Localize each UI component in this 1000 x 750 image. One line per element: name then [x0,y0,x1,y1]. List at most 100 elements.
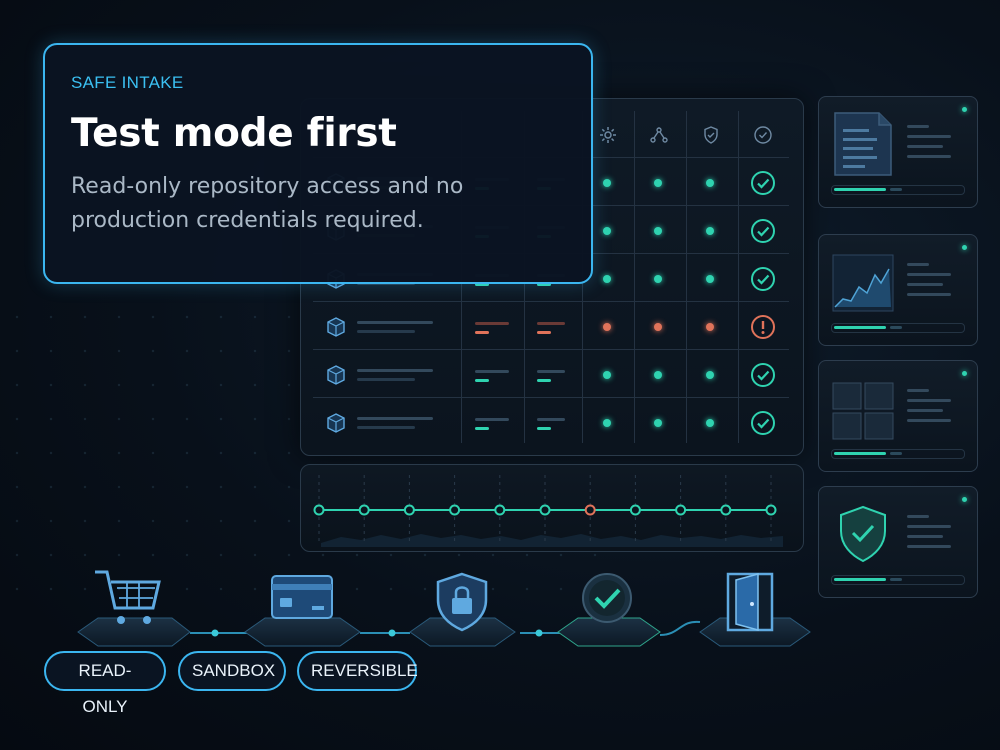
row-label-bar [357,330,415,333]
row-value-accent [475,427,489,430]
cube-icon [327,413,345,433]
status-dot [603,323,611,331]
timeline-panel [300,464,804,552]
check-circle-icon [751,267,775,291]
timeline-node [313,504,325,516]
row-divider [313,397,789,398]
gear-icon [600,127,616,143]
platform [244,617,361,647]
area-chart-icon [832,254,894,312]
status-dot [603,179,611,187]
row-label-bar [357,321,433,324]
network-icon [650,127,668,143]
row-value-bar [475,418,509,421]
row-divider [313,349,789,350]
progress-bar [831,185,965,195]
hero-title: Test mode first [71,111,397,156]
row-value-accent [537,427,551,430]
timeline-node [494,504,506,516]
status-led [962,371,967,376]
card-lines [907,263,951,303]
warning-circle-icon [751,315,775,339]
row-value-accent [475,331,489,334]
status-dot [654,179,662,187]
status-dot [654,323,662,331]
status-dot [706,179,714,187]
status-dot [654,371,662,379]
timeline-node [675,504,687,516]
check-circle-icon [582,573,632,623]
shield-icon [704,126,718,144]
status-dot [603,371,611,379]
check-circle-icon [751,363,775,387]
check-circle-icon [751,219,775,243]
cube-icon [327,365,345,385]
chip-read-only: READ-ONLY [44,651,166,716]
status-dot [603,419,611,427]
status-dot [706,275,714,283]
status-dot [654,419,662,427]
progress-bar [831,323,965,333]
timeline-node [539,504,551,516]
status-led [962,107,967,112]
cube-icon [327,317,345,337]
status-dot [706,323,714,331]
cart-icon [95,570,161,624]
col-divider [634,111,635,443]
hero-card: SAFE INTAKE Test mode first Read-only re… [43,43,593,284]
progress-bar [831,575,965,585]
timeline-node [358,504,370,516]
timeline-node [765,504,777,516]
row-value-bar [475,322,509,325]
hero-description: Read-only repository access and no produ… [71,174,464,233]
row-label-bar [357,426,415,429]
platform [77,617,191,647]
document-icon [834,112,892,176]
card-lines [907,125,951,165]
timeline-node [720,504,732,516]
row-value-bar [475,370,509,373]
row-value-bar [537,370,565,373]
status-dot [603,275,611,283]
timeline-node [403,504,415,516]
row-value-bar [537,322,565,325]
row-value-accent [537,331,551,334]
row-divider [313,301,789,302]
row-value-accent [537,379,551,382]
timeline-node [629,504,641,516]
row-label-bar [357,378,415,381]
row-label-bar [357,417,433,420]
chip-sandbox: SANDBOX [178,651,286,691]
check-circle-icon [754,126,772,144]
status-led [962,497,967,502]
chip-reversible: REVERSIBLE [297,651,418,691]
status-dot [706,419,714,427]
check-circle-icon [751,411,775,435]
side-card-shield [818,486,978,598]
side-card-chart [818,234,978,346]
timeline-node-alert [584,504,596,516]
grid-icon [832,382,894,440]
status-dot [706,227,714,235]
status-led [962,245,967,250]
shield-check-icon [840,505,886,563]
status-dot [603,227,611,235]
col-divider [686,111,687,443]
timeline-node [449,504,461,516]
row-label-bar [357,369,433,372]
check-circle-icon [751,171,775,195]
exit-door-icon [726,572,774,632]
row-value-accent [475,379,489,382]
progress-bar [831,449,965,459]
timeline-chart [313,475,783,547]
status-dot [654,275,662,283]
side-card-grid [818,360,978,472]
status-dot [706,371,714,379]
status-dot [654,227,662,235]
card-lines [907,389,951,429]
eyebrow-label: SAFE INTAKE [71,73,184,92]
row-value-bar [537,418,565,421]
col-divider [738,111,739,443]
credit-card-icon [271,575,333,619]
side-card-document [818,96,978,208]
